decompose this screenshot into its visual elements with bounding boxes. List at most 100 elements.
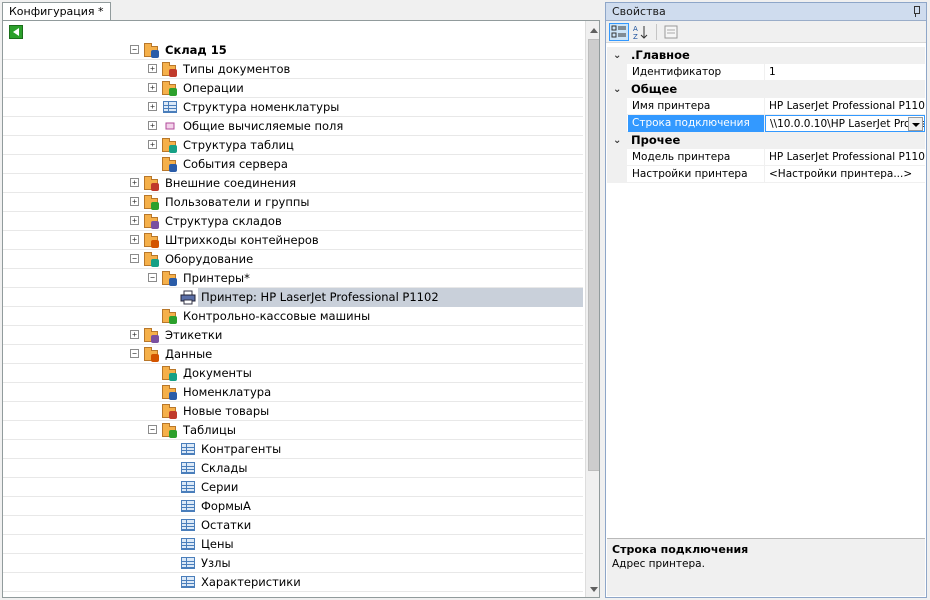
expand-icon[interactable]: + (130, 330, 139, 339)
property-value[interactable]: HP LaserJet Professional P1102 (765, 98, 925, 115)
tab-configuration[interactable]: Конфигурация * (2, 2, 111, 21)
tree-row[interactable]: Новые товары (3, 402, 583, 421)
tree-row[interactable]: + Пользователи и группы (3, 193, 583, 212)
property-value-text: HP LaserJet Professional P1102 (769, 100, 925, 112)
tree-row[interactable]: − Склад 15 (3, 41, 583, 60)
back-arrow-icon[interactable] (9, 25, 23, 39)
tree-row[interactable]: + Операции (3, 79, 583, 98)
tree-row[interactable]: Склады (3, 459, 583, 478)
tree-row[interactable]: ФормыА (3, 497, 583, 516)
category-name: .Главное (631, 48, 690, 62)
tree-row-selected[interactable]: Принтер: HP LaserJet Professional P1102 (3, 288, 583, 307)
tree-row[interactable]: − Принтеры* (3, 269, 583, 288)
tree-row[interactable]: Контрагенты (3, 440, 583, 459)
property-name[interactable]: Строка подключения (628, 115, 765, 132)
property-category[interactable]: ⌄ Прочее (607, 132, 925, 149)
expand-icon[interactable]: + (148, 64, 157, 73)
tree-item-label: Структура складов (165, 214, 282, 228)
expand-icon[interactable]: + (130, 178, 139, 187)
expand-icon[interactable]: + (130, 216, 139, 225)
property-pages-button[interactable] (661, 23, 681, 41)
tree-item-label: Цены (201, 537, 234, 551)
expand-icon[interactable]: + (148, 121, 157, 130)
expand-icon[interactable]: + (148, 83, 157, 92)
tree-row[interactable]: Номенклатура (3, 383, 583, 402)
chevron-down-icon[interactable]: ⌄ (613, 84, 621, 95)
property-row[interactable]: Настройки принтера <Настройки принтера...… (607, 166, 925, 183)
property-gutter (607, 115, 627, 132)
tree-row[interactable]: Документы (3, 364, 583, 383)
description-text: Адрес принтера. (612, 558, 705, 570)
table-icon (180, 442, 196, 457)
property-value[interactable]: \\10.0.0.10\HP LaserJet Professional P11… (765, 115, 925, 132)
folder-new-goods-icon (162, 404, 178, 419)
collapse-icon[interactable]: − (148, 273, 157, 282)
property-row[interactable]: Модель принтера HP LaserJet Professional … (607, 149, 925, 166)
tree-row[interactable]: + Этикетки (3, 326, 583, 345)
categorized-button[interactable] (609, 23, 629, 41)
tree-row[interactable]: + Штрихкоды контейнеров (3, 231, 583, 250)
property-value[interactable]: 1 (765, 64, 925, 81)
property-name[interactable]: Имя принтера (628, 98, 765, 115)
property-name[interactable]: Идентификатор (628, 64, 765, 81)
properties-toolbar: A Z (606, 21, 926, 43)
property-row[interactable]: Идентификатор 1 (607, 64, 925, 81)
property-name[interactable]: Модель принтера (628, 149, 765, 166)
property-row[interactable]: Имя принтера HP LaserJet Professional P11… (607, 98, 925, 115)
folder-cash-registers-icon (162, 309, 178, 324)
tree-row[interactable]: + Общие вычисляемые поля (3, 117, 583, 136)
tree-item-label: Склады (201, 461, 248, 475)
tree-row[interactable]: Характеристики (3, 573, 583, 592)
tree-row[interactable]: − Данные (3, 345, 583, 364)
description-title: Строка подключения (612, 543, 749, 556)
property-grid: ⌄ .Главное Идентификатор 1 ⌄ Общее Имя принтер… (607, 47, 925, 183)
scroll-up-icon[interactable] (586, 23, 599, 39)
expand-icon[interactable]: + (148, 140, 157, 149)
tree-row[interactable]: + Структура номенклатуры (3, 98, 583, 117)
property-name[interactable]: Настройки принтера (628, 166, 765, 183)
chevron-down-icon[interactable]: ⌄ (613, 50, 621, 61)
tree-item-label: Остатки (201, 518, 252, 532)
tree-row[interactable]: + Типы документов (3, 60, 583, 79)
tree-vertical-scrollbar[interactable] (585, 21, 599, 597)
tree-row[interactable]: + Структура складов (3, 212, 583, 231)
pin-icon[interactable] (912, 6, 920, 17)
property-category[interactable]: ⌄ .Главное (607, 47, 925, 64)
property-row-selected[interactable]: Строка подключения \\10.0.0.10\HP LaserJe… (607, 115, 925, 132)
tree-row[interactable]: − Таблицы (3, 421, 583, 440)
scroll-thumb[interactable] (588, 39, 599, 471)
tree-row[interactable]: Контрольно-кассовые машины (3, 307, 583, 326)
dropdown-arrow-icon[interactable] (908, 117, 923, 131)
tree-item-label: Данные (165, 347, 213, 361)
expand-icon[interactable]: + (130, 235, 139, 244)
collapse-icon[interactable]: − (148, 425, 157, 434)
property-pages-icon (664, 25, 678, 39)
property-value[interactable]: HP LaserJet Professional P1102 (765, 149, 925, 166)
expand-icon[interactable]: + (148, 102, 157, 111)
table-icon (180, 556, 196, 571)
tree-item-label: Структура номенклатуры (183, 100, 340, 114)
tree-row[interactable]: События сервера (3, 155, 583, 174)
tree-row[interactable]: Цены (3, 535, 583, 554)
tree-row[interactable]: Остатки (3, 516, 583, 535)
folder-warehouses-icon (144, 214, 160, 229)
property-category[interactable]: ⌄ Общее (607, 81, 925, 98)
collapse-icon[interactable]: − (130, 45, 139, 54)
tree-row[interactable]: + Внешние соединения (3, 174, 583, 193)
scroll-down-icon[interactable] (586, 581, 599, 597)
properties-panel-header: Свойства (606, 3, 926, 21)
tree-item-label: Контрагенты (201, 442, 282, 456)
chevron-down-icon[interactable]: ⌄ (613, 135, 621, 146)
tree-row[interactable]: + Структура таблиц (3, 136, 583, 155)
collapse-icon[interactable]: − (130, 349, 139, 358)
table-icon (180, 575, 196, 590)
alphabetical-button[interactable]: A Z (631, 23, 651, 41)
expand-icon[interactable]: + (130, 197, 139, 206)
category-name: Общее (631, 82, 678, 96)
property-value[interactable]: <Настройки принтера...> (765, 166, 925, 183)
collapse-icon[interactable]: − (130, 254, 139, 263)
tree-row[interactable]: − Оборудование (3, 250, 583, 269)
tree-row[interactable]: Серии (3, 478, 583, 497)
configuration-tree-pane: − Склад 15 + Типы документов + Операции + Струк… (2, 20, 600, 598)
tree-row[interactable]: Узлы (3, 554, 583, 573)
